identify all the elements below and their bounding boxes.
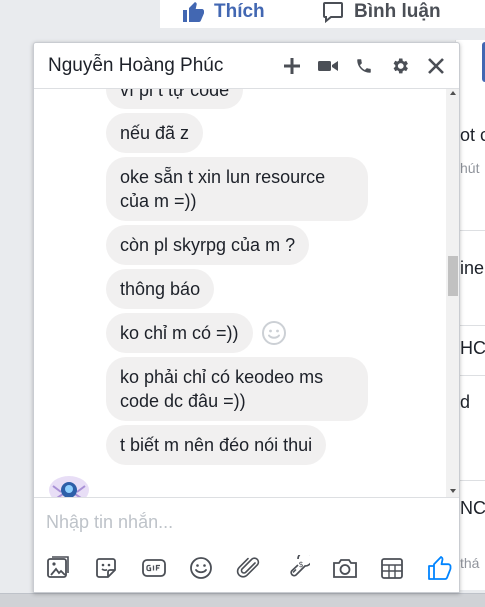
background-text-fragment: hút: [460, 160, 480, 176]
divider: [456, 480, 485, 481]
message-row: nếu đã z: [34, 113, 446, 153]
like-action[interactable]: Thích: [180, 0, 265, 24]
background-text-fragment: HC: [460, 338, 485, 358]
message-row: thông báo: [34, 269, 446, 309]
conversation-scrollbar[interactable]: [446, 89, 459, 497]
gear-icon: [393, 58, 408, 73]
smiley-reaction-icon[interactable]: [261, 320, 287, 346]
message-row: oke sẵn t xin lun resource của m =)): [34, 157, 446, 221]
camera-icon: [332, 559, 357, 578]
comment-label: Bình luận: [354, 1, 441, 22]
sticker-button[interactable]: [92, 554, 120, 582]
background-text-fragment: ine: [460, 258, 485, 278]
photo-button[interactable]: [44, 554, 72, 582]
comment-icon: [323, 1, 343, 24]
message-bubble[interactable]: oke sẵn t xin lun resource của m =)): [106, 157, 368, 221]
message-list: vì pl t tự code nếu đã z oke sẵn t xin l…: [34, 89, 446, 469]
photo-icon: [47, 556, 69, 578]
divider: [456, 230, 485, 231]
message-row: ko chỉ m có =)): [34, 313, 446, 353]
message-bubble[interactable]: thông báo: [106, 269, 215, 309]
message-bubble[interactable]: ko chỉ m có =)): [106, 313, 253, 353]
smiley-icon: [190, 557, 213, 579]
scroll-down-arrow[interactable]: [450, 489, 456, 493]
phone-icon: [357, 58, 371, 73]
chat-header[interactable]: Nguyễn Hoàng Phúc: [34, 43, 459, 89]
thumbs-up-icon: [183, 2, 204, 22]
background-text-fragment: ot c: [460, 125, 485, 145]
divider: [456, 375, 485, 376]
games-button[interactable]: [378, 554, 406, 582]
attach-file-button[interactable]: [235, 554, 263, 582]
divider: [456, 325, 485, 326]
chat-title[interactable]: Nguyễn Hoàng Phúc: [48, 55, 281, 77]
comment-action[interactable]: Bình luận: [320, 0, 441, 24]
message-bubble[interactable]: vì pl t tự code: [106, 89, 244, 109]
bottom-bar: [0, 593, 485, 607]
send-like-button[interactable]: [426, 554, 454, 582]
message-input[interactable]: [46, 512, 446, 533]
emoji-button[interactable]: [187, 554, 215, 582]
message-bubble[interactable]: ko phải chỉ có keodeo ms code dc đâu =)): [106, 357, 368, 421]
message-bubble[interactable]: còn pl skyrpg của m ?: [106, 225, 310, 265]
video-camera-icon: [318, 60, 338, 71]
compose-area: $: [34, 497, 459, 592]
add-people-button[interactable]: [281, 55, 303, 77]
message-bubble[interactable]: t biết m nên đéo nói thui: [106, 425, 327, 465]
close-chat-button[interactable]: [425, 55, 447, 77]
gif-icon: [141, 559, 166, 577]
svg-text:$: $: [298, 560, 303, 569]
compose-toolbar: $: [44, 554, 454, 582]
message-bubble[interactable]: nếu đã z: [106, 113, 204, 153]
payment-button[interactable]: $: [283, 554, 311, 582]
post-action-bar: Thích Bình luận: [160, 0, 485, 28]
voice-call-button[interactable]: [353, 55, 375, 77]
payment-icon: $: [290, 555, 310, 577]
camera-button[interactable]: [331, 554, 359, 582]
contact-avatar[interactable]: [47, 468, 91, 497]
grid-icon: [381, 558, 404, 579]
background-text-fragment: NC: [460, 498, 485, 518]
plus-icon: [284, 57, 300, 74]
video-call-button[interactable]: [317, 55, 339, 77]
background-text-fragment: d: [460, 392, 471, 412]
scroll-up-arrow[interactable]: [450, 91, 456, 95]
gif-button[interactable]: [140, 554, 168, 582]
message-row: ko phải chỉ có keodeo ms code dc đâu =)): [34, 357, 446, 421]
message-row: vì pl t tự code: [34, 89, 446, 109]
conversation-area[interactable]: vì pl t tự code nếu đã z oke sẵn t xin l…: [34, 89, 446, 497]
chat-window: Nguyễn Hoàng Phúc vì pl t tự code nếu đã…: [33, 42, 460, 593]
message-row: t biết m nên đéo nói thui: [34, 425, 446, 465]
settings-button[interactable]: [389, 55, 411, 77]
paperclip-icon: [236, 557, 260, 578]
like-label: Thích: [214, 1, 265, 22]
thumbs-up-outline-icon: [428, 556, 452, 580]
close-icon: [428, 57, 444, 74]
background-text-fragment: thá: [460, 555, 480, 571]
sticker-icon: [95, 558, 116, 578]
message-row: còn pl skyrpg của m ?: [34, 225, 446, 265]
scrollbar-thumb[interactable]: [448, 256, 458, 296]
